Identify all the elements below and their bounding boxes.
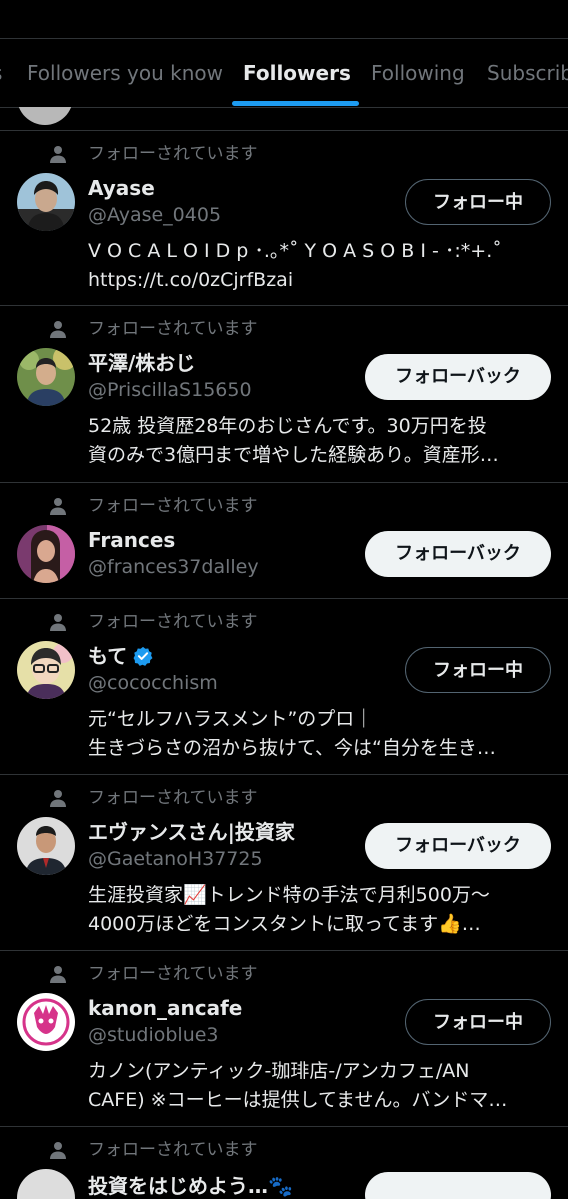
list-item[interactable]: フォローされています 投資をはじめよう…🐾: [0, 1127, 568, 1199]
list-item[interactable]: フォローされています エヴァンスさん|投資家 @GaetanoH37725 フォ…: [0, 775, 568, 951]
user-name[interactable]: エヴァンスさん|投資家: [88, 819, 295, 845]
bio-line: 生涯投資家📈トレンド特の手法で月利500万〜: [88, 884, 490, 906]
follows-you-context: フォローされています: [0, 787, 568, 809]
follows-you-context: フォローされています: [0, 963, 568, 985]
avatar[interactable]: [17, 641, 75, 699]
user-handle[interactable]: @studioblue3: [88, 1023, 219, 1047]
avatar[interactable]: [17, 1169, 75, 1199]
list-item[interactable]: フォローされています 平澤/株おじ @PriscillaS15650 フォローバ…: [0, 306, 568, 483]
user-name[interactable]: Frances: [88, 527, 175, 553]
person-icon: [50, 1142, 66, 1159]
user-handle[interactable]: @cococchism: [88, 671, 218, 695]
follows-you-label: フォローされています: [88, 144, 258, 164]
follows-you-label: フォローされています: [88, 964, 258, 984]
user-bio: V O C A L O I D p ･.｡*˚ Y O A S O B I - …: [88, 237, 550, 295]
tab-previous[interactable]: s: [0, 39, 2, 107]
person-icon: [50, 966, 66, 983]
follows-you-context: フォローされています: [0, 1139, 568, 1161]
user-name[interactable]: もて: [88, 643, 153, 669]
avatar-illustration-icon: [17, 641, 75, 699]
avatar-photo-icon: [17, 348, 75, 406]
follows-you-context: フォローされています: [0, 143, 568, 165]
tab-subscriptions[interactable]: Subscrib: [487, 39, 568, 107]
user-handle[interactable]: @Ayase_0405: [88, 203, 221, 227]
user-handle[interactable]: @frances37dalley: [88, 555, 259, 579]
profile-tabs: s Followers you know Followers Following…: [0, 39, 568, 108]
following-button[interactable]: フォロー中: [405, 179, 551, 225]
user-name-text[interactable]: もて: [88, 644, 127, 668]
list-item[interactable]: フォローされています kanon_ancafe @studioblue3 フォロ…: [0, 951, 568, 1127]
bio-line: V O C A L O I D p ･.｡*˚ Y O A S O B I - …: [88, 240, 502, 262]
verified-badge-icon[interactable]: [133, 646, 153, 666]
top-bar: [0, 0, 568, 39]
follow-back-button[interactable]: フォローバック: [365, 531, 551, 577]
follows-you-context: フォローされています: [0, 611, 568, 633]
avatar[interactable]: [17, 173, 75, 231]
person-icon: [50, 498, 66, 515]
user-name[interactable]: 投資をはじめよう…🐾: [88, 1170, 293, 1199]
follow-back-button[interactable]: フォローバック: [365, 823, 551, 869]
bio-line: 生きづらさの沼から抜けて、今は“自分を生き…: [88, 737, 496, 759]
avatar[interactable]: [17, 993, 75, 1051]
follows-you-label: フォローされています: [88, 319, 258, 339]
bio-line: カノン(アンティック-珈琲店-/アンカフェ/AN: [88, 1060, 470, 1082]
following-button[interactable]: フォロー中: [405, 647, 551, 693]
follows-you-label: フォローされています: [88, 1140, 258, 1160]
person-icon: [50, 614, 66, 631]
follows-you-label: フォローされています: [88, 788, 258, 808]
user-handle[interactable]: @PriscillaS15650: [88, 378, 252, 402]
user-name[interactable]: kanon_ancafe: [88, 995, 242, 1021]
person-icon: [50, 790, 66, 807]
user-bio: 元“セルフハラスメント”のプロ｜ 生きづらさの沼から抜けて、今は“自分を生き…: [88, 705, 550, 763]
follow-back-button[interactable]: フォローバック: [365, 354, 551, 400]
user-bio: カノン(アンティック-珈琲店-/アンカフェ/AN CAFE) ※コーヒーは提供し…: [88, 1057, 550, 1115]
follows-you-label: フォローされています: [88, 612, 258, 632]
list-item[interactable]: フォローされています もて @cococchism フォロー中 元“セルフハラス…: [0, 599, 568, 775]
avatar-logo-icon: [17, 993, 75, 1051]
list-item[interactable]: フォローされています Ayase @Ayase_0405 フォロー中 V O C…: [0, 131, 568, 306]
tab-following[interactable]: Following: [371, 39, 465, 107]
person-icon: [50, 321, 66, 338]
avatar[interactable]: [17, 525, 75, 583]
bio-line: 資のみで3億円まで増やした経験あり。資産形…: [88, 444, 499, 466]
follows-you-label: フォローされています: [88, 496, 258, 516]
avatar-photo-icon: [17, 525, 75, 583]
user-name[interactable]: 平澤/株おじ: [88, 350, 195, 376]
previous-list-item[interactable]: [0, 107, 568, 131]
user-bio: 52歳 投資歴28年のおじさんです。30万円を投 資のみで3億円まで増やした経験…: [88, 412, 550, 470]
avatar-photo-icon: [17, 173, 75, 231]
bio-line: CAFE) ※コーヒーは提供してません。バンドマ…: [88, 1089, 508, 1111]
follow-back-button[interactable]: [365, 1172, 551, 1199]
avatar[interactable]: [17, 817, 75, 875]
active-tab-indicator: [232, 101, 359, 106]
list-item[interactable]: フォローされています Frances @frances37dalley フォロー…: [0, 483, 568, 599]
tab-followers-you-know[interactable]: Followers you know: [27, 39, 223, 107]
tab-followers[interactable]: Followers: [243, 39, 351, 107]
user-name[interactable]: Ayase: [88, 175, 155, 201]
follows-you-context: フォローされています: [0, 318, 568, 340]
user-bio: 生涯投資家📈トレンド特の手法で月利500万〜 4000万ほどをコンスタントに取っ…: [88, 881, 550, 939]
bio-line: 52歳 投資歴28年のおじさんです。30万円を投: [88, 415, 487, 437]
avatar-photo-icon: [17, 817, 75, 875]
bio-link[interactable]: https://t.co/0zCjrfBzai: [88, 266, 550, 295]
user-handle[interactable]: @GaetanoH37725: [88, 847, 263, 871]
avatar: [17, 107, 73, 125]
follows-you-context: フォローされています: [0, 495, 568, 517]
bio-line: 4000万ほどをコンスタントに取ってます👍…: [88, 913, 481, 935]
following-button[interactable]: フォロー中: [405, 999, 551, 1045]
avatar[interactable]: [17, 348, 75, 406]
bio-line: 元“セルフハラスメント”のプロ｜: [88, 708, 374, 730]
person-icon: [50, 146, 66, 163]
